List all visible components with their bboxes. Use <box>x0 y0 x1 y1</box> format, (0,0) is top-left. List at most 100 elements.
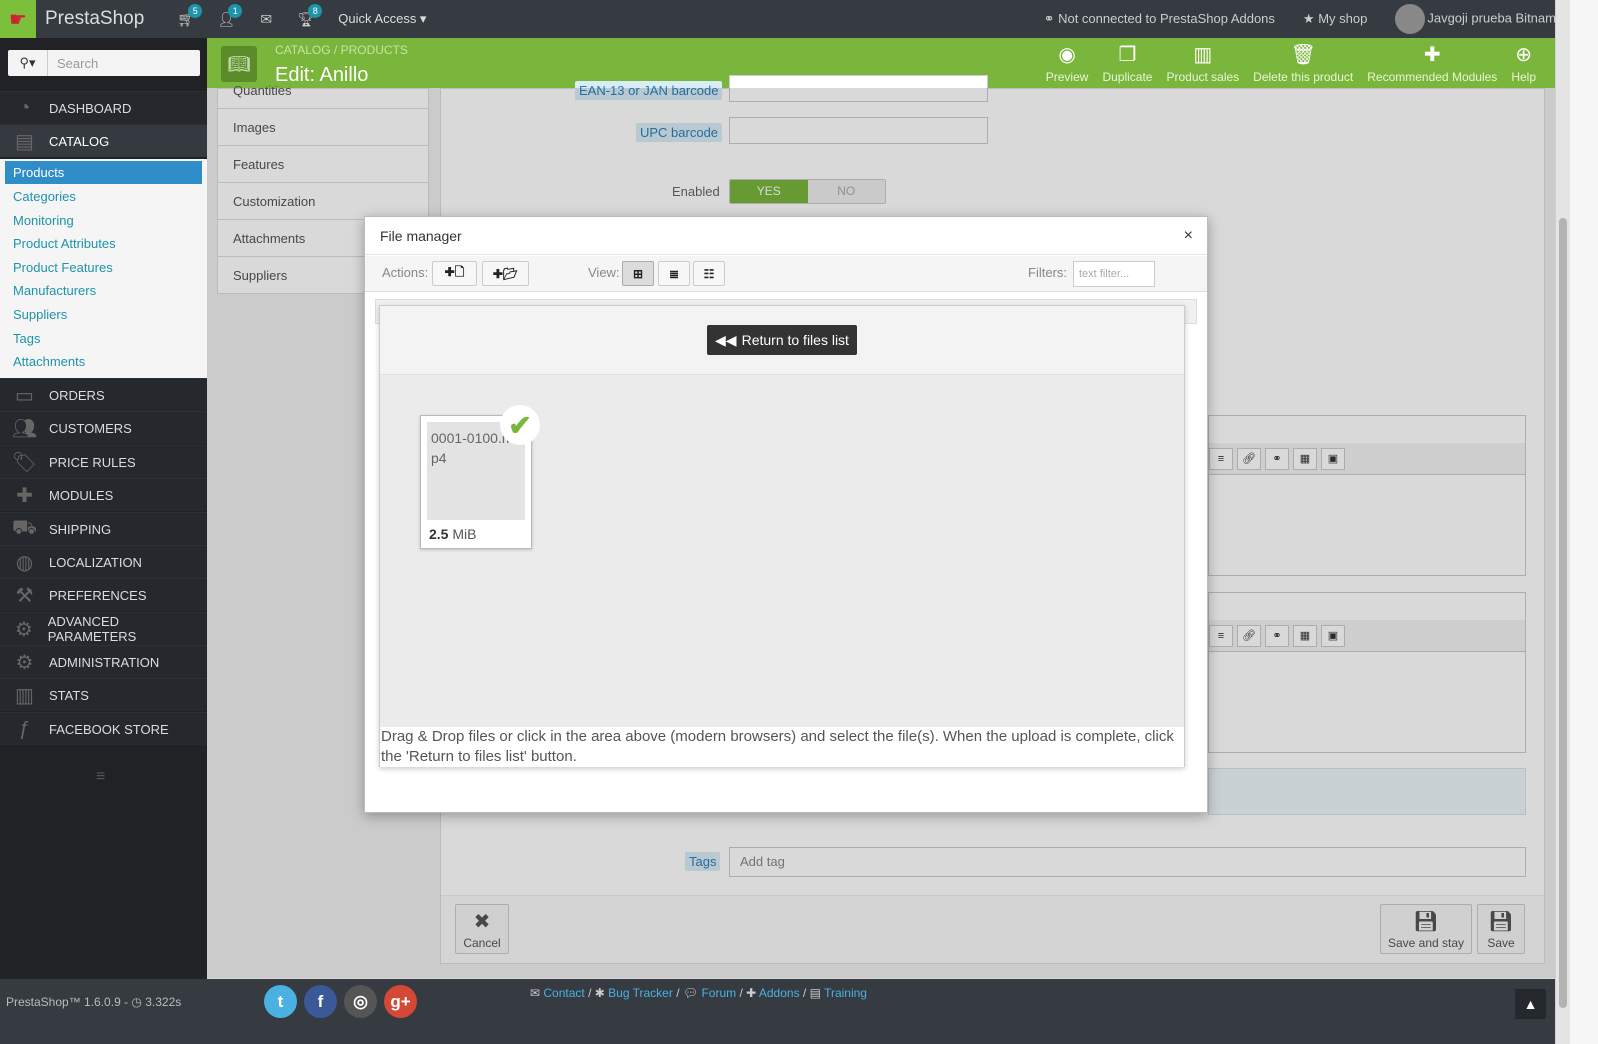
add-file-icon: ✚🗋︎ <box>444 265 465 279</box>
trophy-notifications[interactable]: 🏆︎ 8 <box>286 0 326 38</box>
sidebar-item-monitoring[interactable]: Monitoring <box>5 209 202 232</box>
view-columns-button[interactable]: ☷ <box>693 261 725 286</box>
sidebar-item-product-features[interactable]: Product Features <box>5 256 202 279</box>
puzzle-icon: ✚ <box>746 986 759 1000</box>
nav-preferences[interactable]: ⚒ PREFERENCES <box>0 578 207 611</box>
close-icon[interactable]: × <box>1184 227 1193 245</box>
search-input[interactable] <box>48 50 198 76</box>
sidebar: ⚲▾ ◔ DASHBOARD ▤ CATALOG Products Categori… <box>0 38 207 979</box>
window-edge <box>1570 0 1598 1044</box>
bug-tracker-link[interactable]: Bug Tracker <box>608 986 673 1000</box>
nav-customers[interactable]: 👥︎ CUSTOMERS <box>0 411 207 444</box>
view-list-button[interactable]: ≣ <box>658 261 690 286</box>
footer: PrestaShop™ 1.6.0.9 - ◷ 3.322s t f ◎ g+ … <box>0 979 1555 1044</box>
search-icon: ⚲▾ <box>19 55 36 70</box>
sidebar-item-products[interactable]: Products <box>5 161 202 184</box>
sidebar-item-product-attributes[interactable]: Product Attributes <box>5 232 202 255</box>
github-icon[interactable]: ◎ <box>344 985 377 1018</box>
sidebar-item-categories[interactable]: Categories <box>5 185 202 208</box>
nav-advanced-parameters[interactable]: ⚙ ADVANCED PARAMETERS <box>0 612 207 645</box>
forum-link[interactable]: Forum <box>701 986 736 1000</box>
my-shop-link[interactable]: ★ My shop <box>1303 11 1367 27</box>
search-type-dropdown[interactable]: ⚲▾ <box>8 50 48 76</box>
addons-link[interactable]: Addons <box>759 986 800 1000</box>
upload-success-check-icon: ✔ <box>500 405 540 445</box>
nav-catalog[interactable]: ▤ CATALOG <box>0 124 207 157</box>
sidebar-item-suppliers[interactable]: Suppliers <box>5 303 202 326</box>
new-folder-button[interactable]: ✚📂︎ <box>482 261 529 286</box>
preview-button[interactable]: ◉ Preview <box>1039 38 1096 84</box>
messages[interactable]: ✉ <box>246 0 286 38</box>
breadcrumb[interactable]: CATALOG / PRODUCTS <box>275 43 408 57</box>
upload-dropzone[interactable]: ◀◀ Return to files list 0001-0100.mp4 2.… <box>379 305 1185 767</box>
page-scrollbar[interactable] <box>1555 0 1570 1044</box>
modal-header: File manager <box>365 217 1207 255</box>
file-size-value: 2.5 <box>429 526 449 542</box>
sidebar-item-attachments[interactable]: Attachments <box>5 350 202 373</box>
eye-icon: ◉ <box>1058 44 1076 66</box>
upload-file-button[interactable]: ✚🗋︎ <box>432 261 477 286</box>
product-sales-label: Product sales <box>1166 70 1240 84</box>
nav-facebook-store[interactable]: ƒ FACEBOOK STORE <box>0 712 207 745</box>
sidebar-item-tags[interactable]: Tags <box>5 327 202 350</box>
catalog-book-icon: 📖︎ <box>221 46 257 82</box>
product-sales-button[interactable]: ▥ Product sales <box>1159 38 1246 84</box>
puzzle-icon: ✚ <box>16 484 33 507</box>
file-manager-toolbar: Actions: ✚🗋︎ ✚📂︎ View: ⊞ ≣ ☷ Filters: <box>365 256 1207 292</box>
recommended-modules-button[interactable]: ✚ Recommended Modules <box>1360 38 1504 84</box>
cart-notifications[interactable]: 🛒︎ 5 <box>166 0 206 38</box>
view-grid-button[interactable]: ⊞ <box>622 261 654 286</box>
nav-orders[interactable]: ▭ ORDERS <box>0 378 207 411</box>
nav-label: PRICE RULES <box>49 454 136 470</box>
nav-label: ADMINISTRATION <box>49 654 160 670</box>
scroll-to-top-button[interactable]: ▲ <box>1515 989 1546 1019</box>
modal-title: File manager <box>380 227 462 244</box>
nav-shipping[interactable]: ⛟ SHIPPING <box>0 512 207 545</box>
addons-status-link[interactable]: ⚭ Not connected to PrestaShop Addons <box>1044 11 1275 27</box>
google-plus-icon[interactable]: g+ <box>384 985 417 1018</box>
trash-icon: 🗑︎ <box>1290 44 1316 66</box>
grid-icon: ⊞ <box>632 266 644 281</box>
bug-icon: ✱ <box>594 986 609 1000</box>
avatar <box>1395 4 1426 34</box>
nav-price-rules[interactable]: 🏷︎ PRICE RULES <box>0 445 207 478</box>
nav-label: PREFERENCES <box>49 587 147 603</box>
quick-access-dropdown[interactable]: Quick Access ▾ <box>338 11 426 27</box>
nav-administration[interactable]: ⚙ ADMINISTRATION <box>0 645 207 678</box>
facebook-icon: ƒ <box>18 717 31 740</box>
training-link[interactable]: Training <box>824 986 867 1000</box>
duplicate-label: Duplicate <box>1102 70 1153 84</box>
contact-link[interactable]: Contact <box>543 986 584 1000</box>
version-info: PrestaShop™ 1.6.0.9 - ◷ 3.322s <box>6 995 182 1009</box>
text-filter-input[interactable] <box>1073 261 1155 287</box>
truck-icon: ⛟ <box>11 516 38 539</box>
nav-label: SHIPPING <box>49 521 112 537</box>
search-box: ⚲▾ <box>8 50 200 76</box>
cogs-icon: ⚙ <box>14 618 33 641</box>
sidebar-item-manufacturers[interactable]: Manufacturers <box>5 279 202 302</box>
star-icon: ★ <box>1302 11 1319 26</box>
book-icon: ▤ <box>15 130 34 153</box>
nav-modules[interactable]: ✚ MODULES <box>0 478 207 511</box>
prestashop-hand-logo[interactable]: ☛ <box>0 0 36 38</box>
menu-collapse-icon[interactable]: ≡ <box>96 768 105 786</box>
facebook-icon[interactable]: f <box>304 985 337 1018</box>
envelope-icon: ✉ <box>530 986 544 1000</box>
nav-stats[interactable]: ▥ STATS <box>0 678 207 711</box>
file-size-unit: MiB <box>452 526 477 542</box>
return-to-files-list-button[interactable]: ◀◀ Return to files list <box>707 325 857 355</box>
employee-menu[interactable]: Javgoji prueba Bitnami ▾ <box>1395 4 1569 34</box>
delete-product-button[interactable]: 🗑︎ Delete this product <box>1246 38 1360 84</box>
help-button[interactable]: ⊕ Help <box>1504 38 1543 84</box>
duplicate-button[interactable]: ❐ Duplicate <box>1095 38 1159 84</box>
twitter-icon[interactable]: t <box>264 985 297 1018</box>
nav-label: STATS <box>49 687 89 703</box>
brand-name[interactable]: PrestaShop <box>45 8 144 30</box>
scrollbar-thumb[interactable] <box>1559 218 1567 1008</box>
nav-label: LOCALIZATION <box>49 554 142 570</box>
nav-dashboard[interactable]: ◔ DASHBOARD <box>0 91 207 124</box>
customer-notifications[interactable]: 👤︎ 1 <box>206 0 246 38</box>
nav-localization[interactable]: ◍ LOCALIZATION <box>0 545 207 578</box>
file-manager-modal: File manager × Actions: ✚🗋︎ ✚📂︎ View: ⊞ … <box>364 216 1208 813</box>
tags-icon: 🏷︎ <box>11 451 38 474</box>
